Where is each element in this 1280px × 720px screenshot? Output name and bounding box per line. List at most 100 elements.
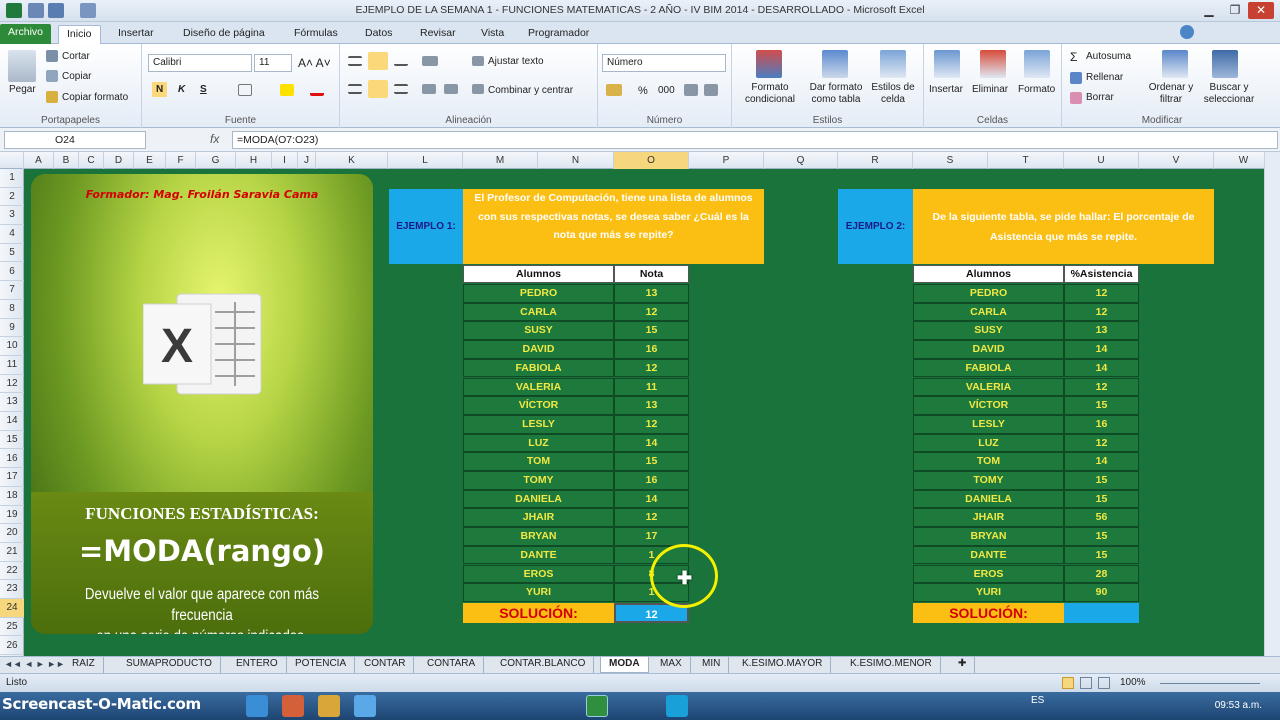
example1-row-name[interactable]: BRYAN	[463, 527, 614, 546]
name-box[interactable]: O24	[4, 131, 146, 149]
example2-row-name[interactable]: PEDRO	[913, 284, 1064, 303]
sheet-tab-k-esimo-menor[interactable]: K.ESIMO.MENOR	[842, 657, 941, 673]
tab-archivo[interactable]: Archivo	[0, 24, 52, 44]
row-header-18[interactable]: 18	[0, 487, 24, 506]
sheet-tab-contar[interactable]: CONTAR	[356, 657, 415, 673]
column-header-a[interactable]: A	[24, 152, 54, 169]
example2-row-value[interactable]: 56	[1064, 508, 1139, 528]
example1-row-value[interactable]: 16	[614, 340, 689, 359]
example1-row-name[interactable]: VÍCTOR	[463, 396, 614, 415]
sort-filter-button[interactable]: Ordenar y filtrar	[1146, 82, 1196, 106]
minimize-icon[interactable]: ▁	[1196, 2, 1222, 19]
row-header-17[interactable]: 17	[0, 468, 24, 487]
format-table-button[interactable]: Dar formato como tabla	[804, 82, 868, 106]
decrease-indent-icon[interactable]	[422, 84, 436, 94]
zoom-level[interactable]: 100%	[1120, 677, 1146, 688]
page-break-view-icon[interactable]	[1098, 677, 1110, 689]
example1-row-name[interactable]: DANIELA	[463, 489, 614, 509]
increase-indent-icon[interactable]	[444, 84, 458, 94]
example1-row-value[interactable]: 12	[614, 302, 689, 322]
decrease-decimal-icon[interactable]	[704, 84, 718, 96]
example2-row-name[interactable]: DAVID	[913, 340, 1064, 359]
align-middle-icon[interactable]	[368, 52, 388, 70]
autosum-button[interactable]: Autosuma	[1086, 51, 1131, 62]
row-header-16[interactable]: 16	[0, 450, 24, 469]
language-indicator[interactable]: ES	[1031, 695, 1044, 706]
currency-icon[interactable]	[606, 84, 622, 96]
zoom-slider[interactable]	[1160, 683, 1260, 684]
fill-color-icon[interactable]	[280, 84, 294, 96]
row-header-7[interactable]: 7	[0, 281, 24, 300]
taskbar-ie-icon[interactable]	[246, 695, 268, 717]
sheet-tab-contar-blanco[interactable]: CONTAR.BLANCO	[492, 657, 595, 673]
column-header-b[interactable]: B	[54, 152, 79, 169]
sheet-tab-sumaproducto[interactable]: SUMAPRODUCTO	[118, 657, 221, 673]
column-header-r[interactable]: R	[838, 152, 913, 169]
borders-icon[interactable]	[238, 84, 252, 96]
sheet-tab-min[interactable]: MIN	[694, 657, 730, 673]
example1-row-name[interactable]: TOMY	[463, 471, 614, 490]
column-header-j[interactable]: J	[298, 152, 316, 169]
paste-button[interactable]: Pegar	[9, 84, 36, 95]
delete-cells-button[interactable]: Eliminar	[972, 84, 1008, 95]
align-center-icon[interactable]	[368, 80, 388, 98]
cut-button[interactable]: Cortar	[62, 51, 90, 62]
example1-row-value[interactable]: 12	[614, 358, 689, 378]
column-header-q[interactable]: Q	[764, 152, 838, 169]
row-header-6[interactable]: 6	[0, 263, 24, 282]
example1-row-value[interactable]: 12	[614, 414, 689, 434]
tab-inicio[interactable]: Inicio	[58, 25, 101, 44]
row-header-24[interactable]: 24	[0, 599, 24, 618]
example2-row-value[interactable]: 15	[1064, 545, 1139, 565]
number-format-select[interactable]: Número	[602, 54, 726, 72]
example2-row-name[interactable]: TOMY	[913, 471, 1064, 490]
align-left-icon[interactable]	[348, 84, 362, 94]
orientation-icon[interactable]	[422, 56, 438, 66]
row-header-26[interactable]: 26	[0, 637, 24, 656]
tab-datos[interactable]: Datos	[357, 25, 400, 44]
insert-sheet-icon[interactable]: ✚	[950, 657, 976, 673]
row-header-19[interactable]: 19	[0, 506, 24, 525]
select-all-corner[interactable]	[0, 152, 24, 169]
taskbar-folder-icon[interactable]	[318, 695, 340, 717]
insert-cells-button[interactable]: Insertar	[929, 84, 963, 95]
align-bottom-icon[interactable]	[394, 56, 408, 66]
column-header-o[interactable]: O	[614, 152, 689, 169]
example1-row-value[interactable]: 15	[614, 321, 689, 341]
column-header-s[interactable]: S	[913, 152, 988, 169]
example2-row-name[interactable]: FABIOLA	[913, 358, 1064, 378]
example2-row-value[interactable]: 15	[1064, 527, 1139, 546]
example2-row-name[interactable]: YURI	[913, 583, 1064, 602]
italic-button[interactable]: K	[178, 84, 185, 95]
row-header-25[interactable]: 25	[0, 618, 24, 637]
example1-row-value[interactable]: 17	[614, 527, 689, 546]
row-header-9[interactable]: 9	[0, 319, 24, 338]
row-header-15[interactable]: 15	[0, 431, 24, 450]
tab-programador[interactable]: Programador	[520, 25, 597, 44]
example1-row-name[interactable]: SUSY	[463, 321, 614, 341]
column-header-e[interactable]: E	[134, 152, 166, 169]
format-cells-button[interactable]: Formato	[1018, 84, 1055, 95]
percent-button[interactable]: %	[638, 85, 648, 97]
close-icon[interactable]: ✕	[1248, 2, 1274, 19]
example2-row-value[interactable]: 13	[1064, 321, 1139, 341]
row-header-1[interactable]: 1	[0, 169, 24, 188]
sheet-tab-contara[interactable]: CONTARA	[419, 657, 485, 673]
column-header-m[interactable]: M	[463, 152, 538, 169]
conditional-format-button[interactable]: Formato condicional	[738, 82, 802, 106]
format-painter-button[interactable]: Copiar formato	[62, 92, 128, 103]
increase-decimal-icon[interactable]	[684, 84, 698, 96]
clear-button[interactable]: Borrar	[1086, 92, 1114, 103]
example2-row-value[interactable]: 14	[1064, 358, 1139, 378]
font-name-select[interactable]: Calibri	[148, 54, 252, 72]
column-header-k[interactable]: K	[316, 152, 388, 169]
sheet-tab-moda[interactable]: MODA	[600, 657, 649, 673]
column-header-p[interactable]: P	[689, 152, 764, 169]
example2-row-value[interactable]: 15	[1064, 489, 1139, 509]
column-header-n[interactable]: N	[538, 152, 614, 169]
example2-row-name[interactable]: CARLA	[913, 302, 1064, 322]
vertical-scrollbar[interactable]	[1264, 152, 1280, 656]
tab-insertar[interactable]: Insertar	[110, 25, 162, 44]
example1-row-value[interactable]: 11	[614, 377, 689, 397]
column-header-c[interactable]: C	[79, 152, 104, 169]
